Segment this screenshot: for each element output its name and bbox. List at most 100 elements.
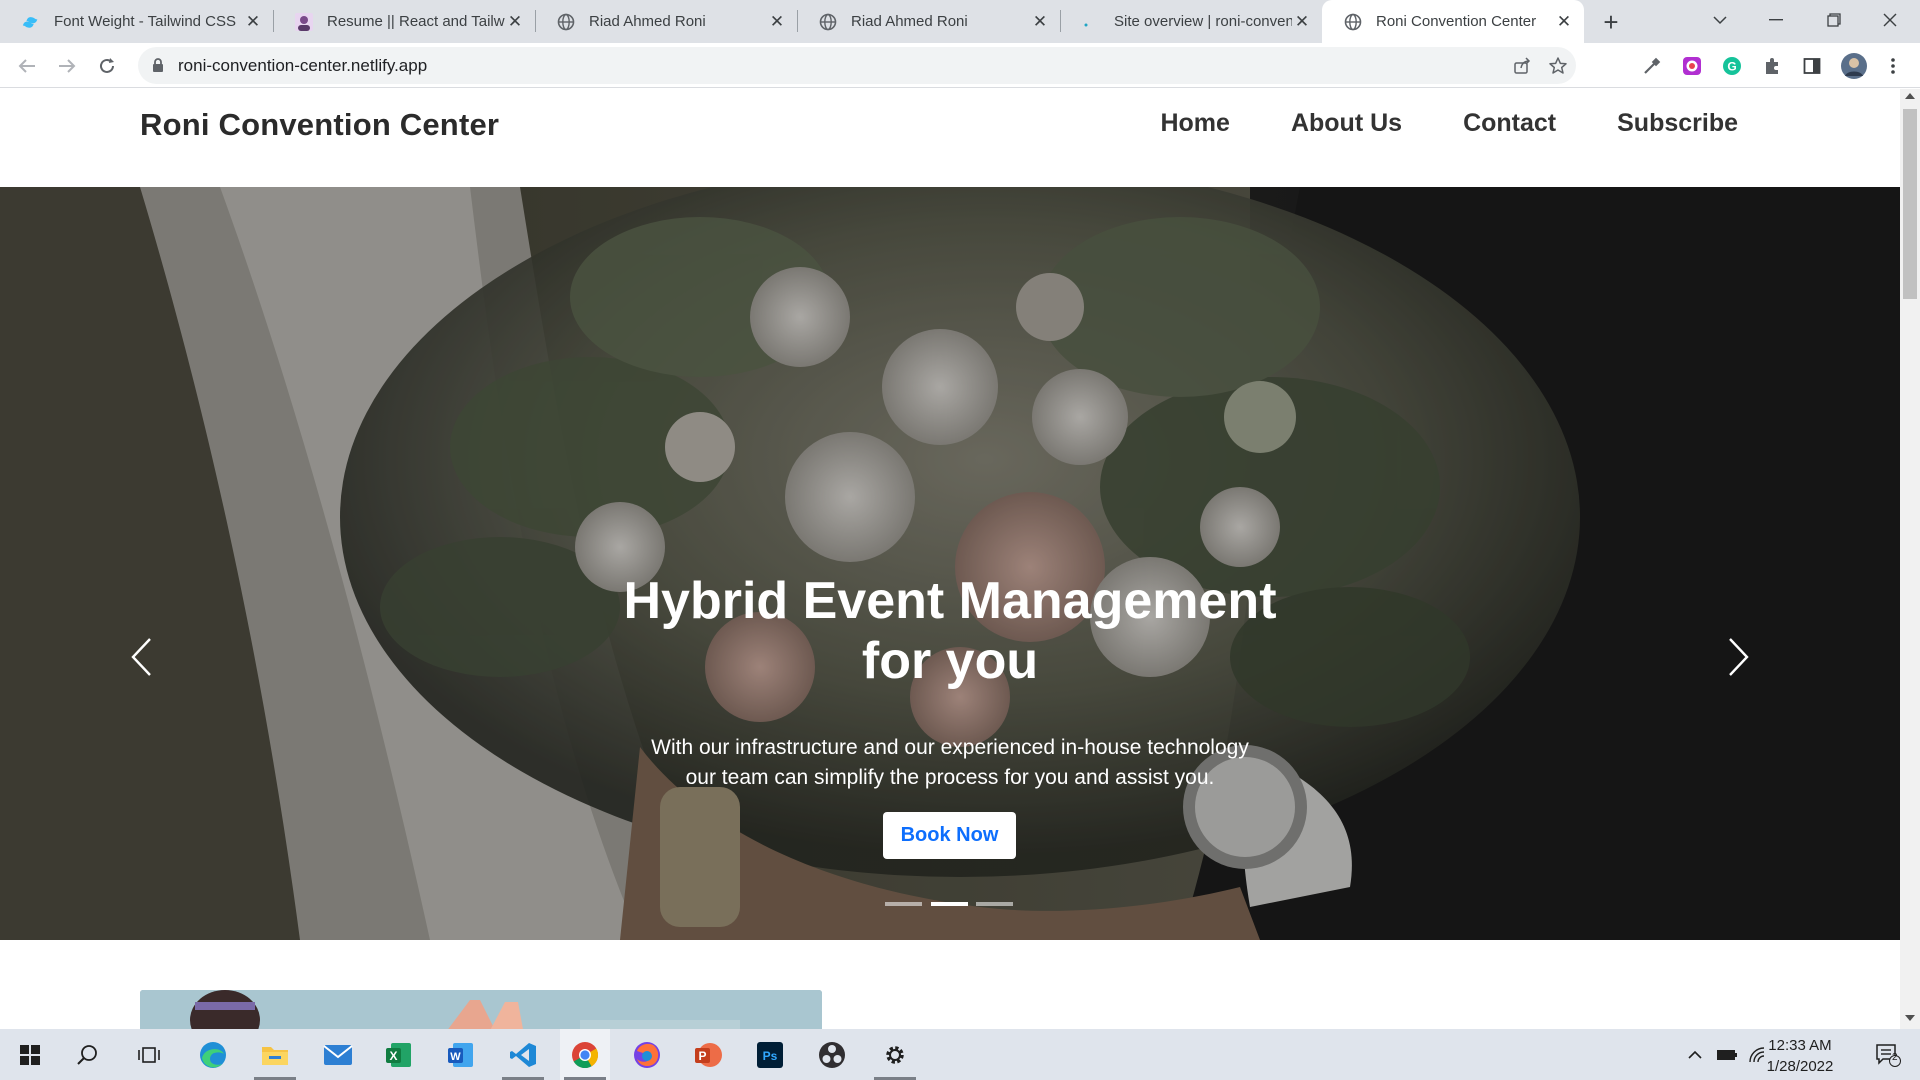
minimize-icon[interactable] [1748, 0, 1804, 40]
svg-text:G: G [1727, 60, 1736, 74]
address-bar[interactable]: roni-convention-center.netlify.app [138, 47, 1576, 84]
excel-icon[interactable]: X [374, 1029, 424, 1080]
extensions-puzzle-icon[interactable] [1762, 55, 1784, 77]
grammarly-icon[interactable]: G [1721, 55, 1743, 77]
close-icon[interactable]: ✕ [1292, 12, 1312, 32]
hero-description: With our infrastructure and our experien… [560, 733, 1340, 793]
nav-subscribe[interactable]: Subscribe [1617, 109, 1738, 138]
tab-title: Font Weight - Tailwind CSS [54, 13, 237, 30]
svg-text:W: W [450, 1051, 461, 1063]
svg-text:Ps: Ps [763, 1049, 778, 1063]
avatar-icon [295, 12, 313, 31]
url-text: roni-convention-center.netlify.app [178, 56, 428, 75]
site-logo[interactable]: Roni Convention Center [140, 107, 499, 143]
firefox-icon[interactable] [622, 1029, 672, 1080]
carousel-next-chevron-right-icon[interactable] [1719, 627, 1759, 687]
obs-icon[interactable] [807, 1029, 857, 1080]
mail-icon[interactable] [313, 1029, 363, 1080]
tab-title: Riad Ahmed Roni [851, 13, 968, 30]
photoshop-icon[interactable]: Ps [745, 1029, 795, 1080]
hero-title-line-1: Hybrid Event Management [623, 572, 1277, 630]
tab-site-overview[interactable]: Site overview | roni-convention ✕ [1060, 0, 1322, 43]
side-panel-icon[interactable] [1801, 55, 1823, 77]
word-icon[interactable]: W [436, 1029, 486, 1080]
vscode-icon[interactable] [498, 1029, 548, 1080]
book-now-button[interactable]: Book Now [883, 812, 1016, 859]
tab-title: Riad Ahmed Roni [589, 13, 706, 30]
battery-icon[interactable] [1712, 1029, 1742, 1080]
site-header: Roni Convention Center Home About Us Con… [0, 89, 1900, 187]
tab-riad-1[interactable]: Riad Ahmed Roni ✕ [535, 0, 797, 43]
carousel-indicator-2[interactable] [931, 902, 968, 906]
site-nav: Home About Us Contact Subscribe [1099, 109, 1738, 138]
clock-date: 1/28/2022 [1766, 1058, 1834, 1075]
close-window-icon[interactable] [1862, 0, 1918, 40]
tab-search-chevron-down-icon[interactable] [1692, 0, 1748, 40]
globe-icon [819, 13, 837, 31]
tab-resume[interactable]: Resume || React and Tailwind ✕ [273, 0, 535, 43]
windows-taskbar: X W P Ps 12:33 AM 1/28/2022 2 [0, 1029, 1920, 1080]
star-icon[interactable] [1548, 56, 1568, 76]
notification-center-icon[interactable]: 2 [1866, 1029, 1910, 1080]
tab-title: Roni Convention Center [1376, 13, 1537, 30]
profile-avatar[interactable] [1840, 52, 1868, 80]
netlify-icon [1082, 13, 1100, 31]
eyedropper-icon[interactable] [1641, 55, 1663, 77]
browser-tab-strip: Font Weight - Tailwind CSS ✕ Resume || R… [0, 0, 1920, 43]
tab-title: Site overview | roni-convention [1114, 13, 1292, 30]
tailwind-icon [22, 13, 40, 31]
hero-description-line-1: With our infrastructure and our experien… [651, 736, 1249, 759]
close-icon[interactable]: ✕ [1030, 12, 1050, 32]
tab-roni-convention[interactable]: Roni Convention Center ✕ [1322, 0, 1584, 43]
svg-text:X: X [389, 1049, 397, 1063]
globe-icon [1344, 13, 1362, 31]
svg-text:P: P [698, 1049, 706, 1063]
share-icon[interactable] [1512, 56, 1532, 76]
notification-count: 2 [1892, 1052, 1898, 1063]
scroll-up-arrow-icon[interactable] [1905, 93, 1915, 99]
nav-home[interactable]: Home [1160, 109, 1229, 138]
close-icon[interactable]: ✕ [1554, 12, 1574, 32]
hero-description-line-2: our team can simplify the process for yo… [685, 766, 1215, 789]
lock-icon[interactable] [152, 57, 164, 78]
browser-toolbar: roni-convention-center.netlify.app G [0, 43, 1920, 88]
edge-icon[interactable] [188, 1029, 238, 1080]
tab-riad-2[interactable]: Riad Ahmed Roni ✕ [797, 0, 1060, 43]
search-icon[interactable] [63, 1029, 113, 1080]
new-tab-button[interactable]: + [1598, 7, 1624, 37]
settings-icon[interactable] [870, 1029, 920, 1080]
chrome-icon[interactable] [560, 1029, 610, 1080]
hero-carousel: Hybrid Event Management for you With our… [0, 187, 1900, 940]
back-arrow-icon[interactable] [12, 51, 42, 81]
reload-icon[interactable] [92, 51, 122, 81]
restore-icon[interactable] [1806, 0, 1862, 40]
carousel-indicator-1[interactable] [885, 902, 922, 906]
tab-font-weight[interactable]: Font Weight - Tailwind CSS ✕ [0, 0, 273, 43]
close-icon[interactable]: ✕ [505, 12, 525, 32]
clock-time: 12:33 AM [1768, 1037, 1832, 1054]
scrollbar-thumb[interactable] [1903, 109, 1917, 299]
tab-title: Resume || React and Tailwind [327, 13, 505, 30]
nav-about-us[interactable]: About Us [1291, 109, 1402, 138]
event-card-image [140, 990, 822, 1029]
close-icon[interactable]: ✕ [767, 12, 787, 32]
close-icon[interactable]: ✕ [243, 12, 263, 32]
tray-overflow-chevron-up-icon[interactable] [1682, 1029, 1708, 1080]
forward-arrow-icon[interactable] [52, 51, 82, 81]
powerpoint-icon[interactable]: P [683, 1029, 733, 1080]
colorzilla-icon[interactable] [1681, 55, 1703, 77]
windows-start-icon[interactable] [5, 1029, 55, 1080]
carousel-indicator-3[interactable] [976, 902, 1013, 906]
page-scrollbar[interactable] [1900, 89, 1920, 1029]
carousel-prev-chevron-left-icon[interactable] [121, 627, 161, 687]
task-view-icon[interactable] [124, 1029, 174, 1080]
globe-icon [557, 13, 575, 31]
nav-contact[interactable]: Contact [1463, 109, 1556, 138]
hero-title-line-2: for you [861, 632, 1039, 690]
kebab-menu-icon[interactable] [1882, 55, 1904, 77]
system-clock[interactable]: 12:33 AM 1/28/2022 [1755, 1035, 1845, 1077]
scroll-down-arrow-icon[interactable] [1905, 1015, 1915, 1021]
hero-title: Hybrid Event Management for you [550, 571, 1350, 691]
file-explorer-icon[interactable] [250, 1029, 300, 1080]
page-viewport: Roni Convention Center Home About Us Con… [0, 89, 1900, 1029]
